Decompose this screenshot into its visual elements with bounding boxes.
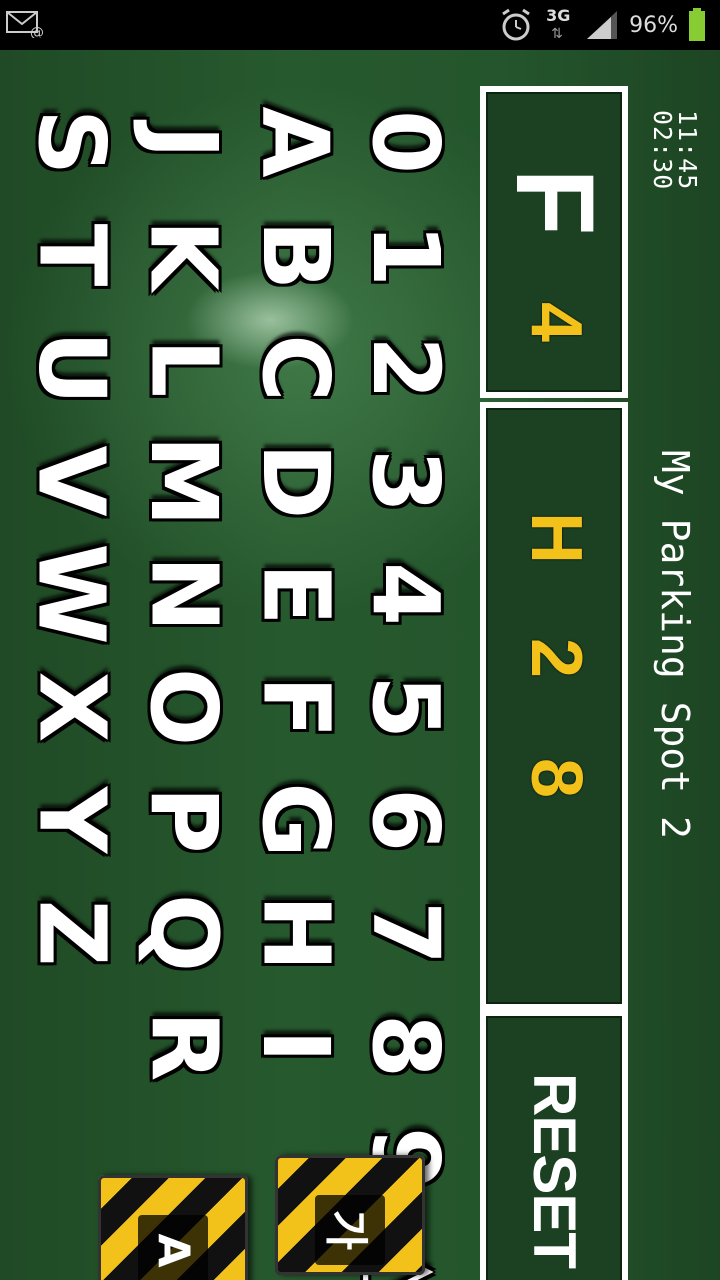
network-indicator: 3G ⇅ <box>543 6 575 42</box>
letter-key-t[interactable]: T <box>16 199 126 311</box>
letter-key-a[interactable]: A <box>240 86 350 198</box>
key-label: L <box>130 338 237 398</box>
digit-key-6[interactable]: 6 <box>350 764 460 876</box>
reset-button[interactable]: RESET <box>480 1010 628 1280</box>
data-arrows-icon: ⇅ <box>551 26 563 42</box>
key-label: 0 <box>351 109 459 175</box>
digit-key-1[interactable]: 1 <box>350 199 460 311</box>
battery-percent: 96% <box>629 12 678 38</box>
key-label: 4 <box>351 561 459 627</box>
english-mode-button[interactable]: A <box>98 1175 248 1280</box>
key-label: Y <box>18 786 125 854</box>
korean-mode-button[interactable]: 가 <box>275 1155 425 1275</box>
spot-char-1: H <box>516 512 596 564</box>
letter-key-e[interactable]: E <box>240 538 350 650</box>
letter-key-l[interactable]: L <box>128 312 238 424</box>
floor-panel[interactable]: F 4 <box>480 86 628 398</box>
spot-char-3: 8 <box>516 757 596 799</box>
key-label: Z <box>18 899 125 967</box>
key-label: X <box>18 671 125 743</box>
svg-text:@: @ <box>30 25 44 38</box>
key-label: S <box>17 108 125 176</box>
english-mode-label: A <box>147 1232 199 1268</box>
letter-key-p[interactable]: P <box>128 764 238 876</box>
key-label: W <box>17 543 125 645</box>
letter-key-z[interactable]: Z <box>16 877 126 989</box>
app-title-text: My Parking Spot 2 <box>653 450 697 839</box>
key-label: K <box>129 219 237 291</box>
key-label: J <box>129 124 237 160</box>
elapsed-time: 02:30 <box>648 110 677 191</box>
letter-key-r[interactable]: R <box>128 990 238 1102</box>
letter-key-v[interactable]: V <box>16 425 126 537</box>
letter-key-n[interactable]: N <box>128 538 238 650</box>
battery-icon <box>689 8 705 41</box>
key-label: 7 <box>351 900 459 966</box>
spot-panel[interactable]: H 2 8 <box>480 402 628 1010</box>
korean-mode-label: 가 <box>319 1209 371 1251</box>
floor-number: 4 <box>516 301 596 343</box>
digit-key-3[interactable]: 3 <box>350 425 460 537</box>
key-label: 6 <box>351 787 459 853</box>
key-label: R <box>130 1010 237 1082</box>
key-label: 1 <box>351 222 459 288</box>
key-label: B <box>242 219 349 291</box>
letter-key-y[interactable]: Y <box>16 764 126 876</box>
key-label: E <box>241 562 349 626</box>
key-label: 2 <box>351 335 459 401</box>
letter-key-k[interactable]: K <box>128 199 238 311</box>
letter-key-f[interactable]: F <box>240 651 350 763</box>
digit-key-8[interactable]: 8 <box>350 990 460 1102</box>
digit-key-7[interactable]: 7 <box>350 877 460 989</box>
key-label: D <box>242 442 349 520</box>
key-label: G <box>241 782 349 858</box>
letter-key-j[interactable]: J <box>128 86 238 198</box>
key-label: O <box>130 667 237 747</box>
key-label: H <box>242 894 349 972</box>
letter-key-d[interactable]: D <box>240 425 350 537</box>
letter-key-o[interactable]: O <box>128 651 238 763</box>
key-label: F <box>241 675 349 739</box>
spot-char-2: 2 <box>516 637 596 679</box>
digit-key-4[interactable]: 4 <box>350 538 460 650</box>
key-label: C <box>242 334 349 402</box>
reset-label: RESET <box>521 1073 588 1269</box>
key-label: T <box>17 223 125 287</box>
signal-icon <box>587 11 618 39</box>
digit-key-5[interactable]: 5 <box>350 651 460 763</box>
key-label: Q <box>130 893 237 973</box>
floor-letter: F <box>493 168 616 236</box>
digit-key-2[interactable]: 2 <box>350 312 460 424</box>
key-label: N <box>130 555 237 633</box>
network-label: 3G <box>546 6 571 25</box>
letter-key-h[interactable]: H <box>240 877 350 989</box>
key-label: M <box>130 435 237 527</box>
letter-key-b[interactable]: B <box>240 199 350 311</box>
digit-key-0[interactable]: 0 <box>350 86 460 198</box>
app-title: My Parking Spot 2 <box>640 450 710 1010</box>
key-label: 3 <box>351 448 459 514</box>
letter-key-i[interactable]: I <box>240 990 350 1102</box>
letter-key-u[interactable]: U <box>16 312 126 424</box>
key-label: 8 <box>351 1013 459 1079</box>
alarm-icon <box>502 8 530 41</box>
letter-key-q[interactable]: Q <box>128 877 238 989</box>
clock-display: 11:45 02:30 <box>640 110 710 250</box>
letter-key-c[interactable]: C <box>240 312 350 424</box>
letter-key-w[interactable]: W <box>16 538 126 650</box>
key-label: V <box>17 445 125 517</box>
key-label: A <box>241 106 349 178</box>
key-label: P <box>130 786 237 854</box>
letter-key-s[interactable]: S <box>16 86 126 198</box>
letter-key-m[interactable]: M <box>128 425 238 537</box>
letter-key-g[interactable]: G <box>240 764 350 876</box>
status-bar: @ 3G ⇅ 96% <box>0 0 720 50</box>
key-label: U <box>18 330 125 406</box>
current-time: 11:45 <box>673 110 702 191</box>
key-label: 5 <box>351 674 459 740</box>
letter-key-x[interactable]: X <box>16 651 126 763</box>
email-icon: @ <box>6 11 44 38</box>
parking-board: 11:45 02:30 My Parking Spot 2 F 4 H 2 8 … <box>0 50 720 1280</box>
key-label: I <box>241 1028 349 1064</box>
